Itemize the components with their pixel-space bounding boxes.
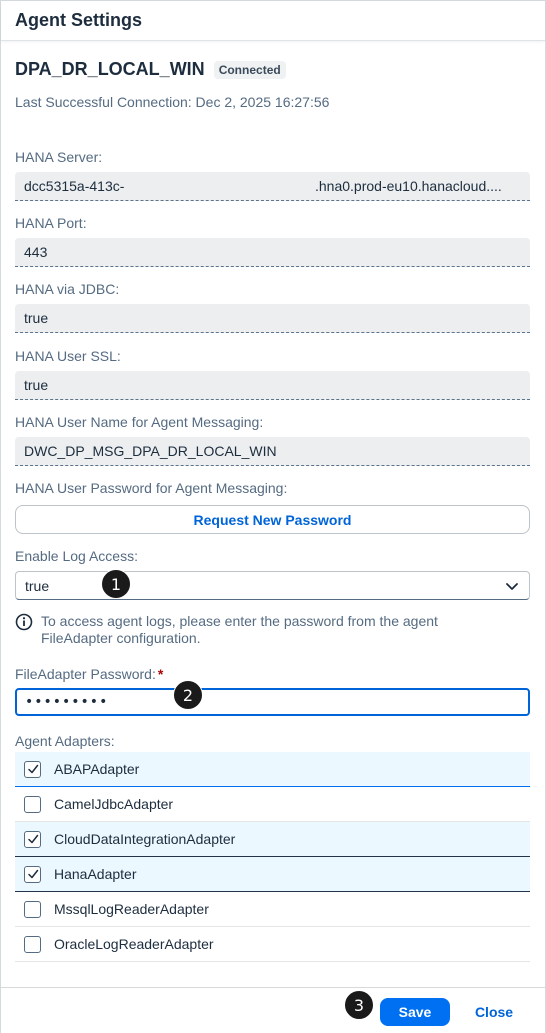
save-button[interactable]: Save	[380, 998, 450, 1026]
dialog-footer: Save Close	[1, 987, 545, 1033]
hana-port-field: 443	[15, 238, 530, 267]
checkbox[interactable]	[24, 935, 41, 953]
list-item-clouddataintegrationadapter[interactable]: CloudDataIntegrationAdapter	[15, 822, 530, 857]
checkbox[interactable]	[24, 795, 41, 813]
checkbox[interactable]	[24, 830, 41, 848]
checkbox[interactable]	[24, 760, 41, 778]
hana-server-label: HANA Server:	[15, 149, 103, 165]
hana-jdbc-label: HANA via JDBC:	[15, 281, 120, 297]
info-circle-icon	[15, 613, 33, 631]
agent-settings-dialog: Agent Settings DPA_DR_LOCAL_WIN Connecte…	[0, 0, 546, 1033]
status-badge: Connected	[213, 60, 286, 79]
hana-server-field: dcc5315a-413c- .hna0.prod-eu10.hanacloud…	[15, 172, 530, 201]
checkbox[interactable]	[24, 900, 41, 918]
checkmark-icon	[27, 834, 38, 844]
hana-ssl-field: true	[15, 371, 530, 400]
log-access-label: Enable Log Access:	[15, 548, 138, 564]
log-access-value: true	[25, 577, 50, 594]
hana-jdbc-field: true	[15, 304, 530, 333]
hana-ssl-label: HANA User SSL:	[15, 348, 121, 364]
list-item-abapadapter[interactable]: ABAPAdapter	[15, 752, 530, 787]
agent-header: DPA_DR_LOCAL_WIN Connected	[15, 59, 286, 80]
step-marker-3: 3	[344, 990, 374, 1020]
dialog-content[interactable]: DPA_DR_LOCAL_WIN Connected Last Successf…	[1, 42, 545, 987]
log-access-select[interactable]: true	[15, 571, 530, 600]
adapter-name: MssqlLogReaderAdapter	[54, 901, 209, 917]
list-item-mssqllogreaderadapter[interactable]: MssqlLogReaderAdapter	[15, 892, 530, 927]
adapter-name: CloudDataIntegrationAdapter	[54, 831, 236, 847]
list-item-hanaadapter[interactable]: HanaAdapter	[15, 857, 530, 892]
file-adapter-password-label-text: FileAdapter Password:	[15, 666, 156, 682]
required-mark: *	[157, 666, 164, 682]
checkbox[interactable]	[24, 865, 41, 883]
checkmark-icon	[27, 764, 38, 774]
request-new-password-button[interactable]: Request New Password	[15, 505, 530, 534]
chevron-down-icon[interactable]	[505, 579, 519, 593]
list-item-oraclelogreaderadapter[interactable]: OracleLogReaderAdapter	[15, 927, 530, 962]
step-marker-2: 2	[173, 680, 203, 710]
list-item-cameljdbcadapter[interactable]: CamelJdbcAdapter	[15, 787, 530, 822]
adapter-name: CamelJdbcAdapter	[54, 796, 174, 812]
hana-user-field: DWC_DP_MSG_DPA_DR_LOCAL_WIN	[15, 437, 530, 466]
file-adapter-password-input[interactable]: •••••••••	[15, 688, 530, 716]
adapter-name: OracleLogReaderAdapter	[54, 936, 214, 952]
adapter-name: HanaAdapter	[54, 866, 137, 882]
agent-adapters-label: Agent Adapters:	[15, 733, 115, 749]
hana-port-label: HANA Port:	[15, 215, 87, 231]
hana-server-value-start: dcc5315a-413c-	[24, 178, 125, 194]
checkmark-icon	[27, 869, 38, 879]
hana-server-value-end: .hna0.prod-eu10.hanacloud....	[315, 178, 502, 194]
file-adapter-password-label: FileAdapter Password: *	[15, 666, 163, 682]
adapter-list: ABAPAdapter CamelJdbcAdapter CloudDataIn…	[15, 752, 530, 962]
dialog-title: Agent Settings	[15, 10, 143, 30]
adapter-name: ABAPAdapter	[54, 761, 140, 777]
dialog-header: Agent Settings	[1, 1, 545, 41]
agent-name: DPA_DR_LOCAL_WIN	[15, 59, 205, 79]
hana-user-label: HANA User Name for Agent Messaging:	[15, 414, 264, 430]
hana-password-label: HANA User Password for Agent Messaging:	[15, 480, 288, 496]
last-connection-text: Last Successful Connection: Dec 2, 2025 …	[15, 94, 330, 110]
close-button[interactable]: Close	[463, 998, 525, 1026]
step-marker-1: 1	[101, 569, 131, 599]
log-access-info-text: To access agent logs, please enter the p…	[41, 613, 438, 646]
